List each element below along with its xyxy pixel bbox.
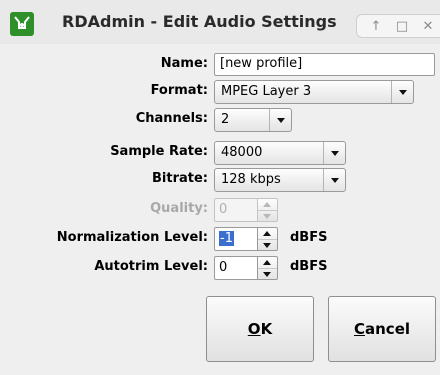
sample-rate-select[interactable]: 48000 xyxy=(214,141,346,165)
arrow-down-icon xyxy=(258,210,277,221)
window-title: RDAdmin - Edit Audio Settings xyxy=(62,12,337,31)
channels-label: Channels: xyxy=(135,111,208,126)
normalization-label: Normalization Level: xyxy=(56,230,208,245)
edit-audio-settings-dialog: RDAdmin - Edit Audio Settings ↑ □ ✕ Name… xyxy=(0,0,440,375)
chevron-down-icon xyxy=(323,142,345,164)
autotrim-value[interactable]: 0 xyxy=(214,256,258,280)
sample-rate-label: Sample Rate: xyxy=(110,144,208,159)
channels-row: Channels: 2 xyxy=(0,107,440,133)
window-controls: ↑ □ ✕ xyxy=(356,14,440,38)
autotrim-row: Autotrim Level: 0 dBFS xyxy=(0,255,440,281)
arrow-up-icon[interactable] xyxy=(258,228,277,239)
normalization-stepper[interactable] xyxy=(258,227,278,251)
cancel-button[interactable]: Cancel xyxy=(328,296,436,362)
normalization-value: -1 xyxy=(219,231,234,246)
name-row: Name: [new profile] xyxy=(0,52,440,78)
keep-above-icon[interactable]: ↑ xyxy=(367,18,385,36)
bitrate-value: 128 kbps xyxy=(221,172,281,187)
quality-row: Quality: 0 xyxy=(0,197,440,223)
format-row: Format: MPEG Layer 3 xyxy=(0,79,440,105)
cancel-label: ancel xyxy=(365,320,411,338)
arrow-up-icon xyxy=(258,199,277,210)
autotrim-stepper[interactable] xyxy=(258,256,278,280)
autotrim-unit: dBFS xyxy=(290,259,328,274)
arrow-up-icon[interactable] xyxy=(258,257,277,268)
channels-value: 2 xyxy=(221,112,230,127)
quality-value: 0 xyxy=(214,198,258,222)
sample-rate-value: 48000 xyxy=(221,145,263,160)
autotrim-spinbox[interactable]: 0 xyxy=(214,256,282,280)
format-label: Format: xyxy=(150,83,208,98)
cancel-mnemonic: C xyxy=(353,320,365,338)
bitrate-label: Bitrate: xyxy=(152,171,208,186)
name-field[interactable]: [new profile] xyxy=(214,53,435,76)
arrow-down-icon[interactable] xyxy=(258,239,277,250)
ok-mnemonic: O xyxy=(247,320,261,338)
channels-select[interactable]: 2 xyxy=(214,108,292,132)
sample-rate-row: Sample Rate: 48000 xyxy=(0,140,440,166)
quality-stepper xyxy=(258,198,278,222)
bitrate-select[interactable]: 128 kbps xyxy=(214,168,346,192)
autotrim-label: Autotrim Level: xyxy=(94,259,208,274)
title-bar[interactable]: RDAdmin - Edit Audio Settings ↑ □ ✕ xyxy=(0,0,440,44)
close-icon[interactable]: ✕ xyxy=(419,18,437,36)
normalization-row: Normalization Level: -1 dBFS xyxy=(0,226,440,252)
normalization-spinbox[interactable]: -1 xyxy=(214,227,282,251)
arrow-down-icon[interactable] xyxy=(258,268,277,279)
quality-label: Quality: xyxy=(150,201,208,216)
format-value: MPEG Layer 3 xyxy=(221,84,312,99)
bitrate-row: Bitrate: 128 kbps xyxy=(0,167,440,193)
chevron-down-icon xyxy=(323,169,345,191)
name-label: Name: xyxy=(160,56,208,71)
rdadmin-app-icon xyxy=(10,12,34,36)
maximize-icon[interactable]: □ xyxy=(393,18,411,36)
chevron-down-icon xyxy=(391,81,413,103)
ok-label: K xyxy=(260,320,273,338)
ok-button[interactable]: OK xyxy=(206,296,314,362)
normalization-field[interactable]: -1 xyxy=(214,227,258,251)
chevron-down-icon xyxy=(269,109,291,131)
format-select[interactable]: MPEG Layer 3 xyxy=(214,80,414,104)
quality-spinbox: 0 xyxy=(214,198,282,222)
normalization-unit: dBFS xyxy=(290,230,328,245)
